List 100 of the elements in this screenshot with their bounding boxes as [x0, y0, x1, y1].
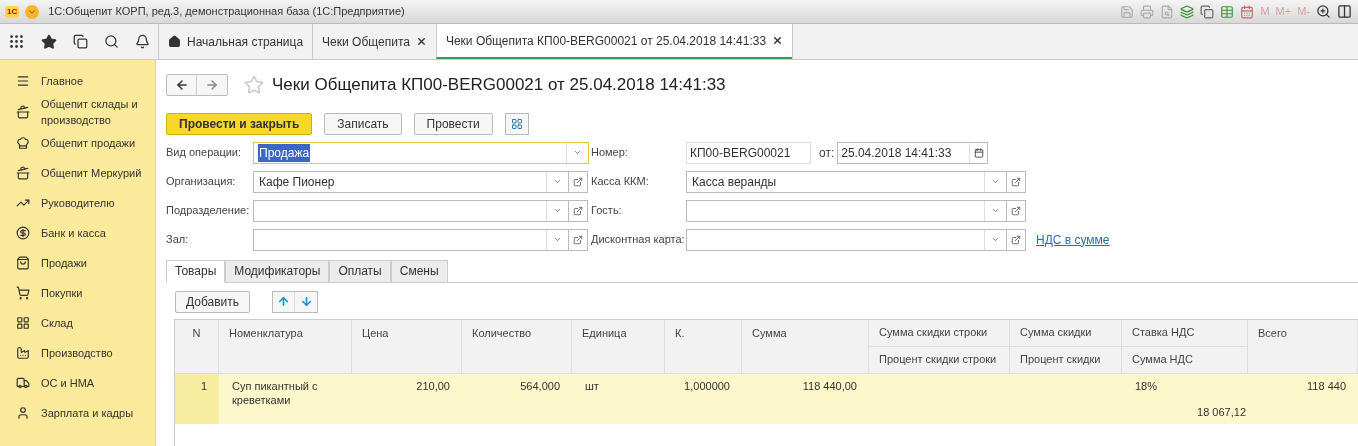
sidebar-item[interactable]: Покупки: [0, 278, 155, 308]
table-row[interactable]: 1 Суп пикантный с креветками 210,00 564,000 шт 1,000000 118 440,00 18% 18 067,12 118 440: [175, 373, 1358, 424]
sidebar-item[interactable]: Руководителю: [0, 188, 155, 218]
calendar-icon[interactable]: [1240, 4, 1255, 19]
form-tab[interactable]: Модификаторы: [225, 259, 330, 283]
table-cell-text: 118 440: [1306, 378, 1347, 393]
open-icon: [573, 234, 583, 245]
field-label: Дисконтная карта:: [591, 232, 686, 248]
dropdown-icon[interactable]: [553, 206, 562, 215]
history-icon[interactable]: [73, 34, 88, 49]
sidebar-item[interactable]: ОС и НМА: [0, 368, 155, 398]
column-subheader: Процент скидки: [1010, 346, 1121, 373]
column-header: Номенклатура: [228, 325, 304, 341]
grid-icon: [16, 316, 30, 330]
dropdown-icon[interactable]: [991, 235, 1000, 244]
vat-link[interactable]: НДС в сумме: [1036, 230, 1110, 249]
open-icon: [1011, 205, 1021, 216]
date-field[interactable]: 25.04.2018 14:41:33: [837, 141, 989, 164]
column-header: Сумма: [751, 325, 788, 341]
select-field[interactable]: Продажа: [253, 141, 589, 164]
panels-icon[interactable]: [1337, 4, 1352, 19]
sidebar-item[interactable]: Общепит продажи: [0, 128, 155, 158]
bell-icon[interactable]: [135, 34, 150, 49]
sidebar-item[interactable]: Банк и касса: [0, 218, 155, 248]
sidebar-item[interactable]: Главное: [0, 66, 155, 96]
tab-label: Чеки Общепита КП00-BERG00021 от 25.04.2018 14:41:33: [445, 32, 767, 50]
zoom-icon[interactable]: [1316, 4, 1331, 19]
table-cell-text: 210,00: [415, 378, 451, 393]
select-field[interactable]: [686, 228, 1007, 251]
field-label: Подразделение:: [166, 203, 251, 219]
open-tab[interactable]: Чеки Общепита: [312, 24, 436, 59]
sidebar-item[interactable]: Зарплата и кадры: [0, 398, 155, 428]
column-header: Сумма скидки: [1019, 325, 1093, 341]
field-label: Зал:: [166, 232, 190, 248]
toolbar-button[interactable]: Записать: [324, 112, 402, 135]
dropdown-icon[interactable]: [573, 148, 582, 157]
form-tab[interactable]: Товары: [166, 259, 226, 283]
column-subheader: Сумма НДС: [1122, 346, 1247, 373]
select-field[interactable]: [686, 199, 1007, 222]
select-field[interactable]: [253, 228, 569, 251]
pot-icon: [16, 105, 30, 119]
open-tab[interactable]: Чеки Общепита КП00-BERG00021 от 25.04.2018 14:41:33: [435, 24, 793, 59]
cart-icon: [16, 286, 30, 300]
arrow-down-icon: [299, 295, 313, 308]
dropdown-icon[interactable]: [553, 235, 562, 244]
structure-button[interactable]: [504, 112, 529, 135]
table-icon[interactable]: [1220, 4, 1235, 19]
open-icon: [573, 176, 583, 187]
menu-dropdown-icon[interactable]: [25, 4, 40, 19]
field-label: Организация:: [166, 174, 237, 190]
dropdown-icon[interactable]: [991, 206, 1000, 215]
column-header: Количество: [471, 325, 533, 341]
column-header: N: [191, 325, 202, 341]
truck-icon: [16, 376, 30, 390]
sidebar-item[interactable]: Склад: [0, 308, 155, 338]
home-icon: [168, 35, 181, 48]
open-button[interactable]: [1006, 199, 1026, 222]
open-button[interactable]: [1006, 170, 1026, 193]
open-button[interactable]: [568, 228, 588, 251]
form-tab[interactable]: Оплаты: [329, 259, 391, 283]
table-cell-text: 118 440,00: [801, 378, 858, 393]
document-title: Чеки Общепита КП00-BERG00021 от 25.04.2018 14:41:33: [272, 74, 726, 96]
open-tab[interactable]: Начальная страница: [158, 24, 313, 59]
number-field[interactable]: КП00-BERG00021: [686, 141, 811, 164]
star-icon[interactable]: [41, 33, 57, 50]
field-label: Касса ККМ:: [591, 174, 650, 190]
search-icon[interactable]: [104, 34, 119, 49]
save-icon[interactable]: [1120, 4, 1135, 19]
table-cell-text: шт: [584, 378, 600, 393]
person-icon: [16, 406, 30, 420]
open-button[interactable]: [568, 170, 588, 193]
apps-icon[interactable]: [8, 33, 25, 50]
select-field[interactable]: Касса веранды: [686, 170, 1007, 193]
select-field[interactable]: [253, 199, 569, 222]
add-button[interactable]: Добавить: [175, 290, 251, 313]
copy-icon[interactable]: [1200, 4, 1215, 19]
table-cell-text: Суп пикантный с креветками: [231, 378, 319, 407]
toolbar-button[interactable]: Провести: [413, 112, 493, 135]
sidebar-item[interactable]: Производство: [0, 338, 155, 368]
tab-label: Начальная страница: [187, 33, 304, 51]
select-field[interactable]: Кафе Пионер: [253, 170, 569, 193]
close-icon[interactable]: [772, 35, 784, 46]
close-icon[interactable]: [415, 36, 427, 47]
tab-label: Чеки Общепита: [322, 33, 410, 51]
open-button[interactable]: [1006, 228, 1026, 251]
print-icon[interactable]: [1140, 4, 1155, 19]
post-and-close-button[interactable]: Провести и закрыть: [166, 112, 313, 135]
stack-icon[interactable]: [1180, 4, 1195, 19]
sidebar-item[interactable]: Общепит склады и производство: [0, 96, 155, 128]
sidebar-item[interactable]: Общепит Меркурий: [0, 158, 155, 188]
form-tab[interactable]: Смены: [390, 259, 448, 283]
structure-icon: [510, 117, 523, 130]
arrow-left-icon: [174, 77, 189, 92]
sidebar-item[interactable]: Продажи: [0, 248, 155, 278]
open-button[interactable]: [568, 199, 588, 222]
table-cell-text: 18%: [1134, 378, 1159, 393]
preview-icon[interactable]: [1160, 4, 1175, 19]
dropdown-icon[interactable]: [553, 177, 562, 186]
dropdown-icon[interactable]: [991, 177, 1000, 186]
cloche-icon: [16, 136, 30, 150]
